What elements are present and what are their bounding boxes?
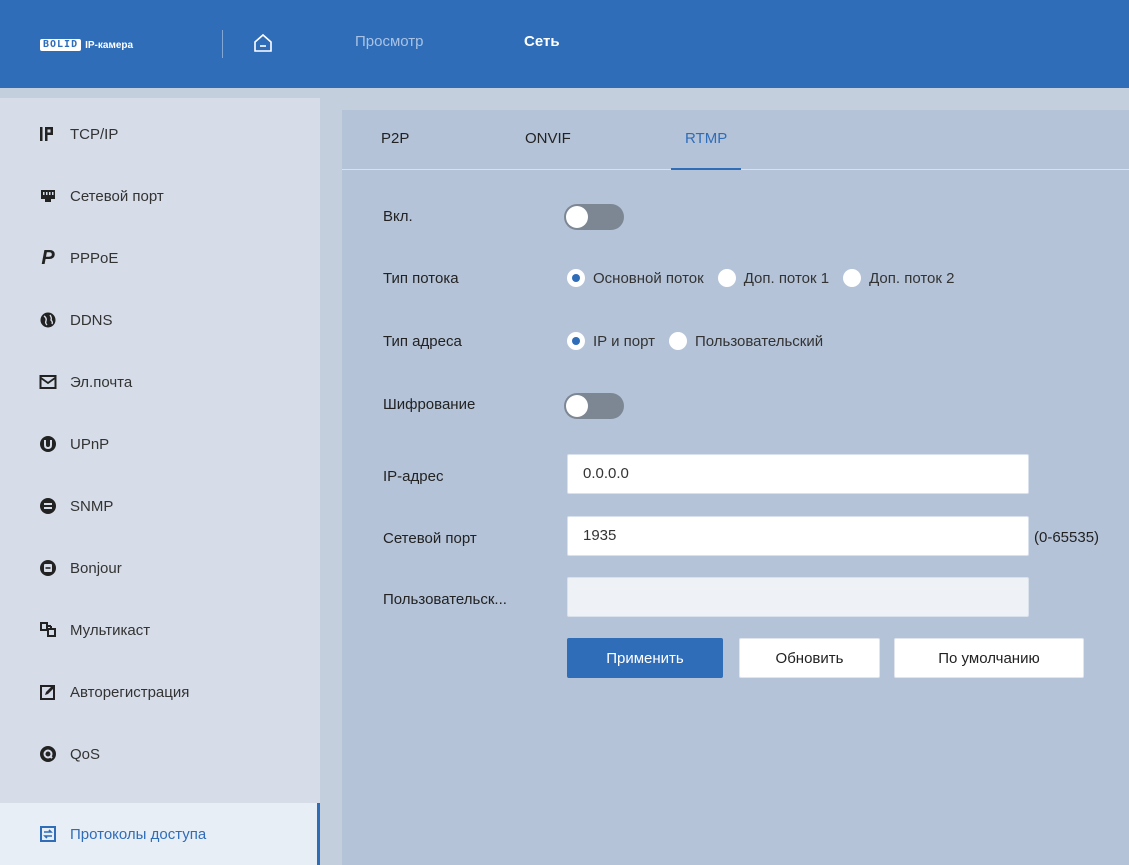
radio-sub-stream-2[interactable]: Доп. поток 2: [843, 269, 954, 287]
mail-icon: [38, 372, 58, 392]
toggle-knob: [566, 206, 588, 228]
network-port-label: Сетевой порт: [383, 530, 477, 547]
radio-main-stream[interactable]: Основной поток: [567, 269, 704, 287]
ip-icon: [38, 124, 58, 144]
port-range-hint: (0-65535): [1034, 529, 1100, 546]
brand-logo: BOLID IP-камера: [40, 38, 133, 52]
encryption-toggle[interactable]: [564, 393, 624, 419]
content-panel: P2P ONVIF RTMP Вкл. Тип потока Основной …: [342, 110, 1129, 865]
radio-dot: [567, 332, 585, 350]
sidebar-item-qos[interactable]: QoS: [0, 723, 320, 785]
custom-address-input: [567, 577, 1029, 617]
enable-label: Вкл.: [383, 208, 413, 225]
radio-dot: [717, 269, 736, 287]
radio-label: Доп. поток 1: [743, 269, 830, 287]
sidebar-item-label: Авторегистрация: [70, 683, 190, 701]
tab-onvif[interactable]: ONVIF: [525, 130, 571, 170]
sidebar-item-label: Bonjour: [70, 559, 122, 577]
apply-button[interactable]: Применить: [567, 638, 723, 678]
nav-live-view[interactable]: Просмотр: [355, 33, 424, 50]
multicast-icon: [38, 620, 58, 640]
custom-address-label: Пользовательск...: [383, 591, 507, 608]
ip-address-input[interactable]: 0.0.0.0: [567, 454, 1029, 494]
access-protocols-icon: [38, 824, 58, 844]
address-type-label: Тип адреса: [383, 333, 462, 350]
enable-toggle[interactable]: [564, 204, 624, 230]
tab-bar: P2P ONVIF RTMP: [342, 110, 1129, 170]
sidebar-item-label: QoS: [70, 745, 101, 763]
radio-label: Пользовательский: [694, 332, 824, 350]
sidebar-item-snmp[interactable]: SNMP: [0, 475, 320, 537]
radio-dot: [843, 269, 862, 287]
sidebar-item-access-protocols[interactable]: Протоколы доступа: [0, 803, 320, 865]
sidebar-item-label: Мультикаст: [70, 621, 151, 639]
sidebar-item-label: UPnP: [70, 435, 110, 453]
sidebar-item-upnp[interactable]: UPnP: [0, 413, 320, 475]
sidebar-item-network-port[interactable]: Сетевой порт: [0, 165, 320, 227]
pppoe-icon: P: [41, 246, 55, 269]
stream-type-label: Тип потока: [383, 270, 459, 287]
sidebar-item-bonjour[interactable]: Bonjour: [0, 537, 320, 599]
sidebar-item-label: PPPoE: [70, 249, 119, 267]
logo-brand: BOLID: [40, 39, 82, 51]
auto-register-icon: [38, 682, 58, 702]
bonjour-icon: [38, 558, 58, 578]
upnp-icon: [38, 434, 58, 454]
snmp-icon: [38, 496, 58, 516]
sidebar-item-label: SNMP: [70, 497, 114, 515]
ip-address-label: IP-адрес: [383, 468, 444, 485]
network-port-input[interactable]: 1935: [567, 516, 1029, 556]
logo-text: IP-камера: [85, 39, 134, 51]
sidebar-item-label: Протоколы доступа: [70, 825, 207, 843]
radio-sub-stream-1[interactable]: Доп. поток 1: [717, 269, 830, 287]
sidebar-item-email[interactable]: Эл.почта: [0, 351, 320, 413]
sidebar-item-tcpip[interactable]: TCP/IP: [0, 103, 320, 165]
network-port-icon: [38, 186, 58, 206]
globe-icon: [38, 310, 58, 330]
sidebar-item-label: DDNS: [70, 311, 113, 329]
tab-p2p[interactable]: P2P: [381, 130, 409, 170]
radio-custom[interactable]: Пользовательский: [668, 332, 824, 350]
sidebar-item-label: Эл.почта: [70, 373, 133, 391]
radio-dot: [668, 332, 687, 350]
sidebar-item-multicast[interactable]: Мультикаст: [0, 599, 320, 661]
sidebar-item-label: Сетевой порт: [70, 187, 164, 205]
radio-label: IP и порт: [593, 332, 655, 350]
sidebar-item-pppoe[interactable]: P PPPoE: [0, 227, 320, 289]
radio-ip-port[interactable]: IP и порт: [567, 332, 655, 350]
sidebar-item-auto-register[interactable]: Авторегистрация: [0, 661, 320, 723]
radio-label: Доп. поток 2: [869, 269, 955, 287]
header-divider: [222, 30, 223, 58]
nav-network[interactable]: Сеть: [524, 33, 560, 50]
default-button[interactable]: По умолчанию: [894, 638, 1084, 678]
encryption-label: Шифрование: [383, 396, 476, 413]
sidebar: TCP/IP Сетевой порт P PPPoE DDNS Эл.почт…: [0, 98, 320, 865]
radio-dot: [567, 269, 585, 287]
qos-icon: [38, 744, 58, 764]
sidebar-item-ddns[interactable]: DDNS: [0, 289, 320, 351]
tab-rtmp[interactable]: RTMP: [670, 130, 742, 170]
refresh-button[interactable]: Обновить: [739, 638, 880, 678]
home-icon[interactable]: [252, 32, 274, 54]
address-type-radio-group: IP и порт Пользовательский: [567, 332, 837, 350]
sidebar-item-label: TCP/IP: [70, 125, 119, 143]
stream-type-radio-group: Основной поток Доп. поток 1 Доп. поток 2: [567, 269, 968, 287]
top-bar: BOLID IP-камера Просмотр Сеть: [0, 0, 1129, 88]
toggle-knob: [566, 395, 588, 417]
radio-label: Основной поток: [593, 269, 704, 287]
